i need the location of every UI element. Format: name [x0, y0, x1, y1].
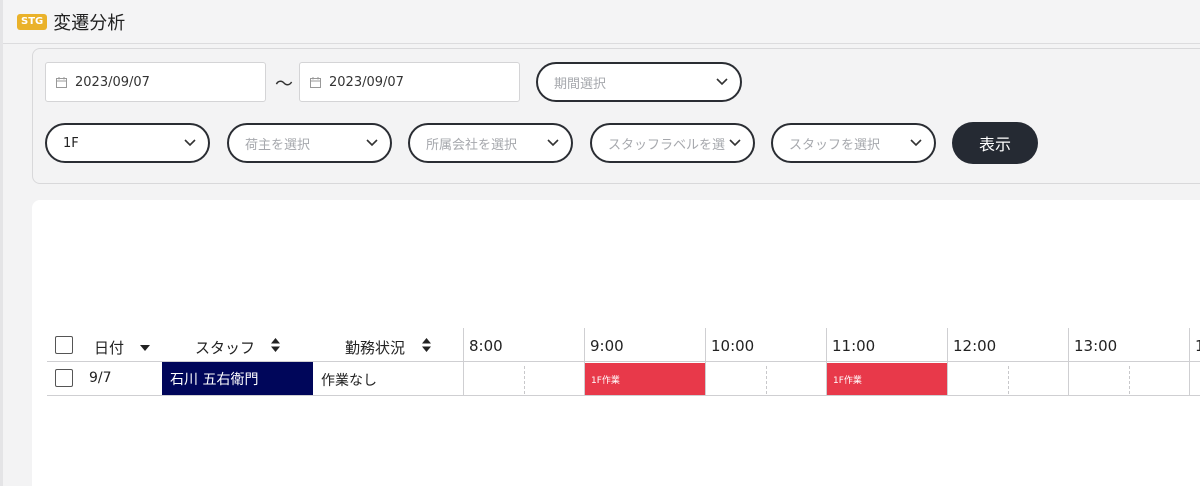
- shipper-select[interactable]: 荷主を選択: [227, 123, 392, 163]
- chevron-down-icon: [184, 139, 196, 147]
- period-select-placeholder: 期間選択: [554, 76, 607, 92]
- date-separator: 〜: [275, 74, 293, 95]
- sort-desc-icon[interactable]: [140, 345, 150, 351]
- left-border: [0, 0, 3, 486]
- staff-name-chip[interactable]: 石川 五右衛門: [162, 362, 313, 395]
- floor-select[interactable]: 1F: [45, 123, 210, 163]
- half-hour-line: [1129, 366, 1130, 394]
- floor-select-value: 1F: [63, 135, 79, 151]
- staff-label-select[interactable]: スタッフラベルを選: [590, 123, 755, 163]
- task-label: 1F作業: [591, 376, 620, 386]
- grid-line: [1189, 328, 1190, 396]
- period-select[interactable]: 期間選択: [536, 62, 742, 102]
- env-badge: STG: [17, 13, 48, 30]
- grid-line: [1068, 328, 1069, 396]
- staff-name: 石川 五右衛門: [170, 371, 259, 388]
- sort-both-icon[interactable]: [422, 338, 431, 352]
- row-checkbox[interactable]: [55, 369, 73, 387]
- staff-label-select-placeholder: スタッフラベルを選: [608, 137, 726, 153]
- col-header-date[interactable]: 日付: [94, 337, 124, 358]
- staff-select[interactable]: スタッフを選択: [771, 123, 936, 163]
- chevron-down-icon: [716, 78, 728, 86]
- company-select[interactable]: 所属会社を選択: [408, 123, 573, 163]
- col-header-status[interactable]: 勤務状況: [345, 337, 405, 358]
- col-header-staff[interactable]: スタッフ: [195, 337, 255, 358]
- select-all-checkbox[interactable]: [55, 336, 73, 354]
- calendar-icon: [56, 76, 67, 88]
- date-from-field[interactable]: 2023/09/07: [45, 62, 266, 102]
- shipper-select-placeholder: 荷主を選択: [245, 137, 311, 153]
- title-bar: STG 変遷分析: [3, 0, 1200, 44]
- grid-line: [705, 328, 706, 396]
- task-block[interactable]: 1F作業: [585, 363, 705, 395]
- sort-both-icon[interactable]: [271, 338, 280, 352]
- chevron-down-icon: [729, 139, 741, 147]
- calendar-icon: [310, 76, 321, 88]
- show-button[interactable]: 表示: [952, 122, 1038, 164]
- hour-label: 13:00: [1074, 337, 1118, 355]
- date-from-value: 2023/09/07: [75, 74, 150, 90]
- hour-label: 11:00: [832, 337, 876, 355]
- hour-label: 9:00: [590, 337, 624, 355]
- chevron-down-icon: [547, 139, 559, 147]
- date-to-field[interactable]: 2023/09/07: [299, 62, 520, 102]
- half-hour-line: [1008, 366, 1009, 394]
- hour-label: 10:00: [711, 337, 755, 355]
- chevron-down-icon: [366, 139, 378, 147]
- company-select-placeholder: 所属会社を選択: [426, 137, 518, 153]
- staff-select-placeholder: スタッフを選択: [789, 137, 881, 153]
- grid-line: [463, 328, 464, 396]
- page-title: 変遷分析: [53, 12, 126, 34]
- hour-label: 12:00: [953, 337, 997, 355]
- hour-label: 8:00: [469, 337, 503, 355]
- task-block[interactable]: 1F作業: [827, 363, 947, 395]
- date-to-value: 2023/09/07: [329, 74, 404, 90]
- chevron-down-icon: [910, 139, 922, 147]
- half-hour-line: [766, 366, 767, 394]
- row-divider: [47, 395, 1200, 396]
- hour-label: 1: [1195, 337, 1200, 355]
- task-label: 1F作業: [833, 376, 862, 386]
- work-status: 作業なし: [321, 373, 377, 389]
- grid-line: [947, 328, 948, 396]
- row-date: 9/7: [89, 370, 112, 386]
- half-hour-line: [524, 366, 525, 394]
